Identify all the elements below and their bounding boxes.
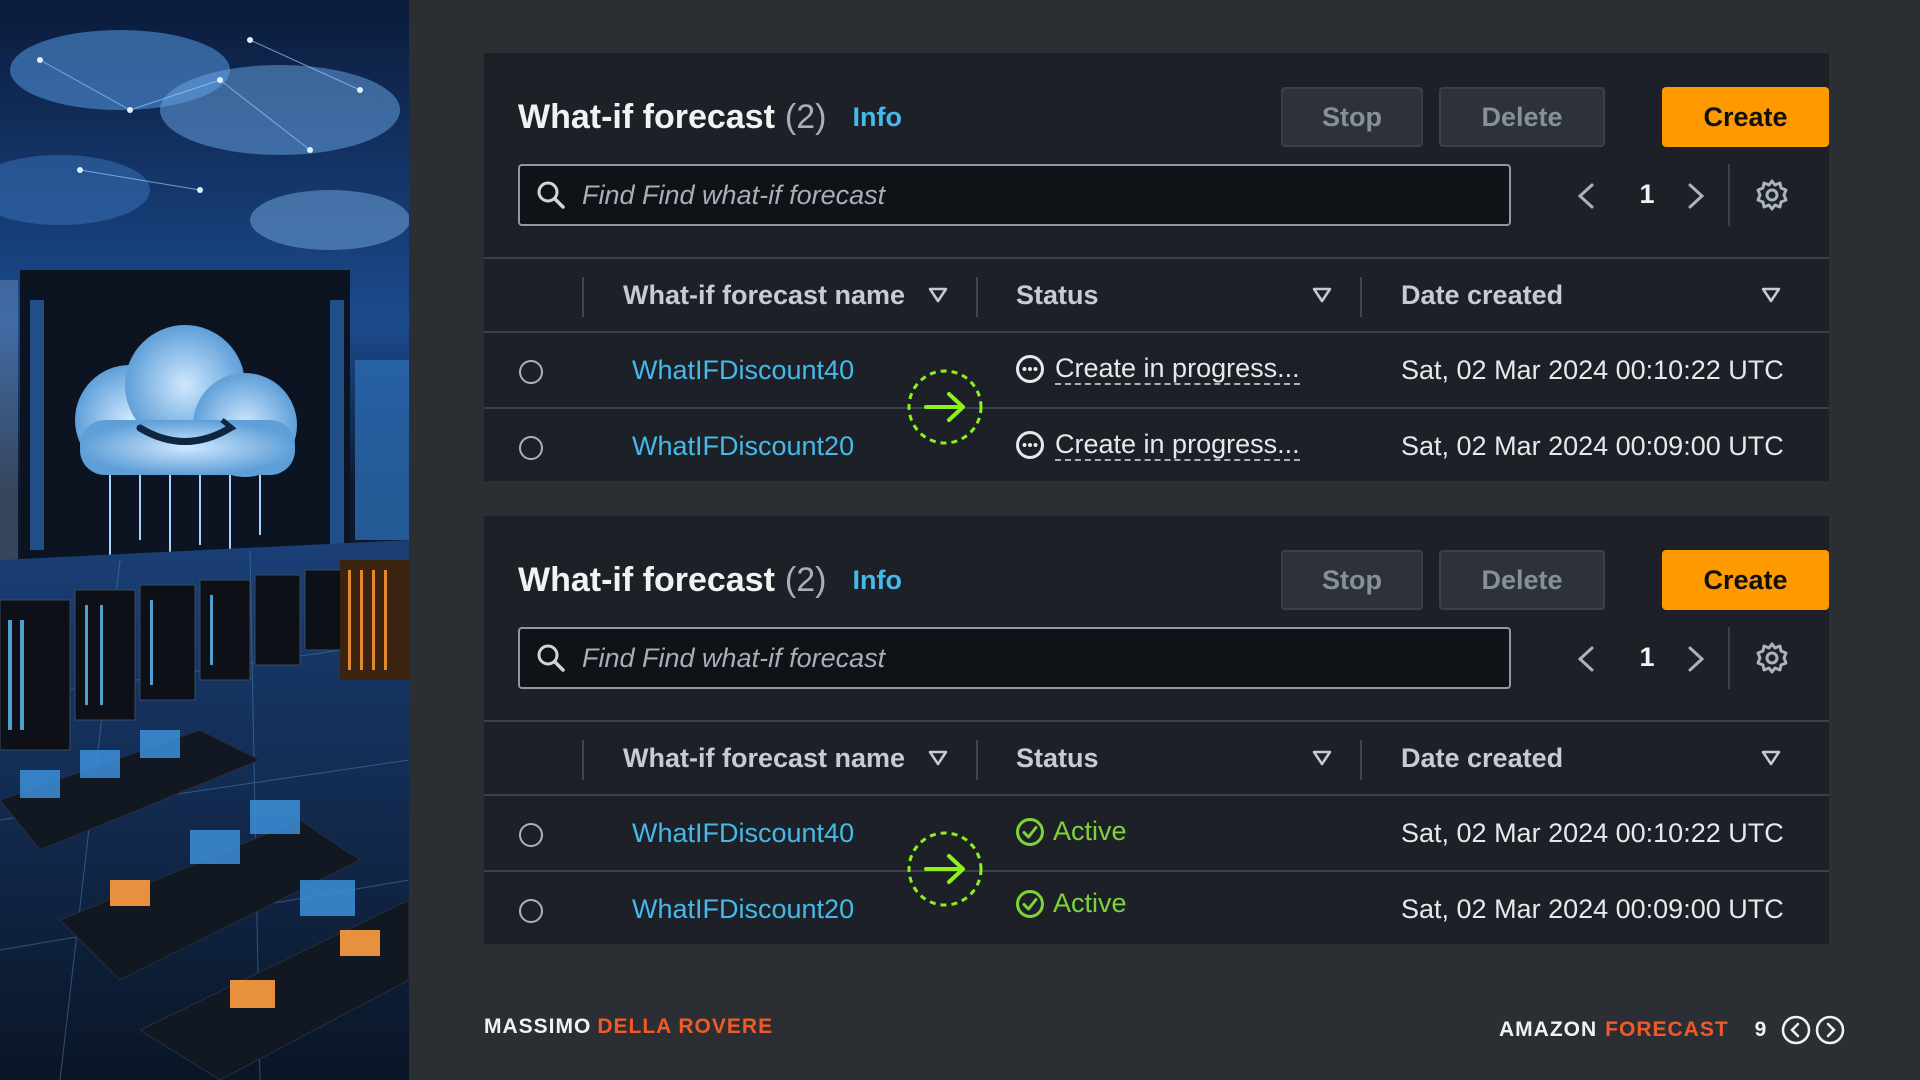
column-header-status[interactable]: Status bbox=[1016, 722, 1099, 794]
search-icon bbox=[537, 644, 565, 672]
panel-title-text: What-if forecast bbox=[518, 560, 775, 599]
column-divider bbox=[976, 740, 978, 780]
brand-amazon: AMAZON bbox=[1499, 1018, 1598, 1041]
sort-caret-icon[interactable] bbox=[1312, 287, 1332, 303]
pager-divider bbox=[1728, 627, 1730, 689]
column-divider bbox=[1360, 740, 1362, 780]
page-number[interactable]: 1 bbox=[1632, 642, 1662, 673]
datacenter-illustration bbox=[0, 0, 409, 1080]
table-header: What-if forecast name Status Date create… bbox=[484, 720, 1829, 796]
footer-brand: AMAZON FORECAST 9 bbox=[1499, 1015, 1845, 1045]
sort-caret-icon[interactable] bbox=[1761, 287, 1781, 303]
panel-header: What-if forecast 2 Info Stop Delete Crea… bbox=[518, 550, 1829, 610]
column-header-status[interactable]: Status bbox=[1016, 259, 1099, 331]
sort-caret-icon[interactable] bbox=[928, 287, 948, 303]
in-progress-icon bbox=[1016, 431, 1044, 459]
column-header-name[interactable]: What-if forecast name bbox=[623, 722, 905, 794]
create-button[interactable]: Create bbox=[1662, 87, 1829, 147]
search-input[interactable] bbox=[582, 629, 1482, 687]
sort-caret-icon[interactable] bbox=[1761, 750, 1781, 766]
author-first-name: MASSIMO bbox=[484, 1015, 592, 1038]
gear-icon[interactable] bbox=[1755, 178, 1789, 212]
panel-title: What-if forecast 2 Info bbox=[518, 87, 902, 147]
sort-caret-icon[interactable] bbox=[1312, 750, 1332, 766]
status-text[interactable]: Create in progress... bbox=[1055, 429, 1300, 461]
author-last-name: DELLA ROVERE bbox=[597, 1015, 774, 1038]
search-icon bbox=[537, 181, 565, 209]
date-created: Sat, 02 Mar 2024 00:09:00 UTC bbox=[1401, 431, 1784, 461]
chevron-left-icon[interactable] bbox=[1572, 181, 1602, 211]
table-row[interactable]: WhatIFDiscount20 Create in progress... S… bbox=[484, 409, 1829, 485]
panel-header: What-if forecast 2 Info Stop Delete Crea… bbox=[518, 87, 1829, 147]
status-active: Active bbox=[1015, 816, 1127, 847]
column-header-date[interactable]: Date created bbox=[1401, 259, 1563, 331]
table-row[interactable]: WhatIFDiscount20 Active Sat, 02 Mar 2024… bbox=[484, 872, 1829, 948]
row-select-radio[interactable] bbox=[519, 899, 543, 923]
panel-count: 2 bbox=[785, 561, 827, 600]
delete-button[interactable]: Delete bbox=[1439, 87, 1605, 147]
check-circle-icon bbox=[1016, 889, 1044, 918]
sort-caret-icon[interactable] bbox=[928, 750, 948, 766]
check-circle-icon bbox=[1016, 817, 1044, 846]
column-header-name[interactable]: What-if forecast name bbox=[623, 259, 905, 331]
row-select-radio[interactable] bbox=[519, 436, 543, 460]
status-text: Active bbox=[1053, 816, 1127, 846]
table-row[interactable]: WhatIFDiscount40 Active Sat, 02 Mar 2024… bbox=[484, 796, 1829, 872]
panel-count: 2 bbox=[785, 98, 827, 137]
search-field[interactable] bbox=[518, 164, 1511, 226]
search-field[interactable] bbox=[518, 627, 1511, 689]
date-created: Sat, 02 Mar 2024 00:09:00 UTC bbox=[1401, 894, 1784, 924]
row-select-radio[interactable] bbox=[519, 823, 543, 847]
column-divider bbox=[976, 277, 978, 317]
chevron-right-icon[interactable] bbox=[1680, 181, 1710, 211]
arrow-right-icon bbox=[907, 369, 983, 445]
forecast-name-link[interactable]: WhatIFDiscount20 bbox=[632, 431, 854, 462]
search-input[interactable] bbox=[582, 166, 1482, 224]
arrow-right-icon bbox=[907, 831, 983, 907]
forecast-name-link[interactable]: WhatIFDiscount20 bbox=[632, 894, 854, 925]
forecast-name-link[interactable]: WhatIFDiscount40 bbox=[632, 355, 854, 386]
gear-icon[interactable] bbox=[1755, 641, 1789, 675]
forecast-name-link[interactable]: WhatIFDiscount40 bbox=[632, 818, 854, 849]
panel-title-text: What-if forecast bbox=[518, 97, 775, 136]
pager-divider bbox=[1728, 164, 1730, 226]
status-in-progress: Create in progress... bbox=[1015, 429, 1300, 461]
column-header-date[interactable]: Date created bbox=[1401, 722, 1563, 794]
date-created: Sat, 02 Mar 2024 00:10:22 UTC bbox=[1401, 355, 1784, 385]
row-select-radio[interactable] bbox=[519, 360, 543, 384]
footer-author: MASSIMO DELLA ROVERE bbox=[484, 1015, 773, 1039]
stop-button[interactable]: Stop bbox=[1281, 550, 1423, 610]
whatif-forecast-panel-active: What-if forecast 2 Info Stop Delete Crea… bbox=[484, 516, 1829, 944]
status-active: Active bbox=[1015, 888, 1127, 919]
previous-slide-icon[interactable] bbox=[1781, 1015, 1811, 1045]
date-created: Sat, 02 Mar 2024 00:10:22 UTC bbox=[1401, 818, 1784, 848]
status-text: Active bbox=[1053, 888, 1127, 918]
chevron-right-icon[interactable] bbox=[1680, 644, 1710, 674]
brand-forecast: FORECAST bbox=[1605, 1018, 1729, 1041]
page-number[interactable]: 1 bbox=[1632, 179, 1662, 210]
column-divider bbox=[582, 277, 584, 317]
info-link[interactable]: Info bbox=[853, 565, 902, 596]
column-divider bbox=[1360, 277, 1362, 317]
delete-button[interactable]: Delete bbox=[1439, 550, 1605, 610]
chevron-left-icon[interactable] bbox=[1572, 644, 1602, 674]
slide-page-number: 9 bbox=[1754, 1018, 1768, 1041]
table-header: What-if forecast name Status Date create… bbox=[484, 257, 1829, 333]
in-progress-icon bbox=[1016, 355, 1044, 383]
table-row[interactable]: WhatIFDiscount40 Create in progress... S… bbox=[484, 333, 1829, 409]
column-divider bbox=[582, 740, 584, 780]
next-slide-icon[interactable] bbox=[1815, 1015, 1845, 1045]
info-link[interactable]: Info bbox=[853, 102, 902, 133]
whatif-forecast-panel-in-progress: What-if forecast 2 Info Stop Delete Crea… bbox=[484, 53, 1829, 481]
create-button[interactable]: Create bbox=[1662, 550, 1829, 610]
status-in-progress: Create in progress... bbox=[1015, 353, 1300, 385]
stop-button[interactable]: Stop bbox=[1281, 87, 1423, 147]
panel-title: What-if forecast 2 Info bbox=[518, 550, 902, 610]
status-text[interactable]: Create in progress... bbox=[1055, 353, 1300, 385]
